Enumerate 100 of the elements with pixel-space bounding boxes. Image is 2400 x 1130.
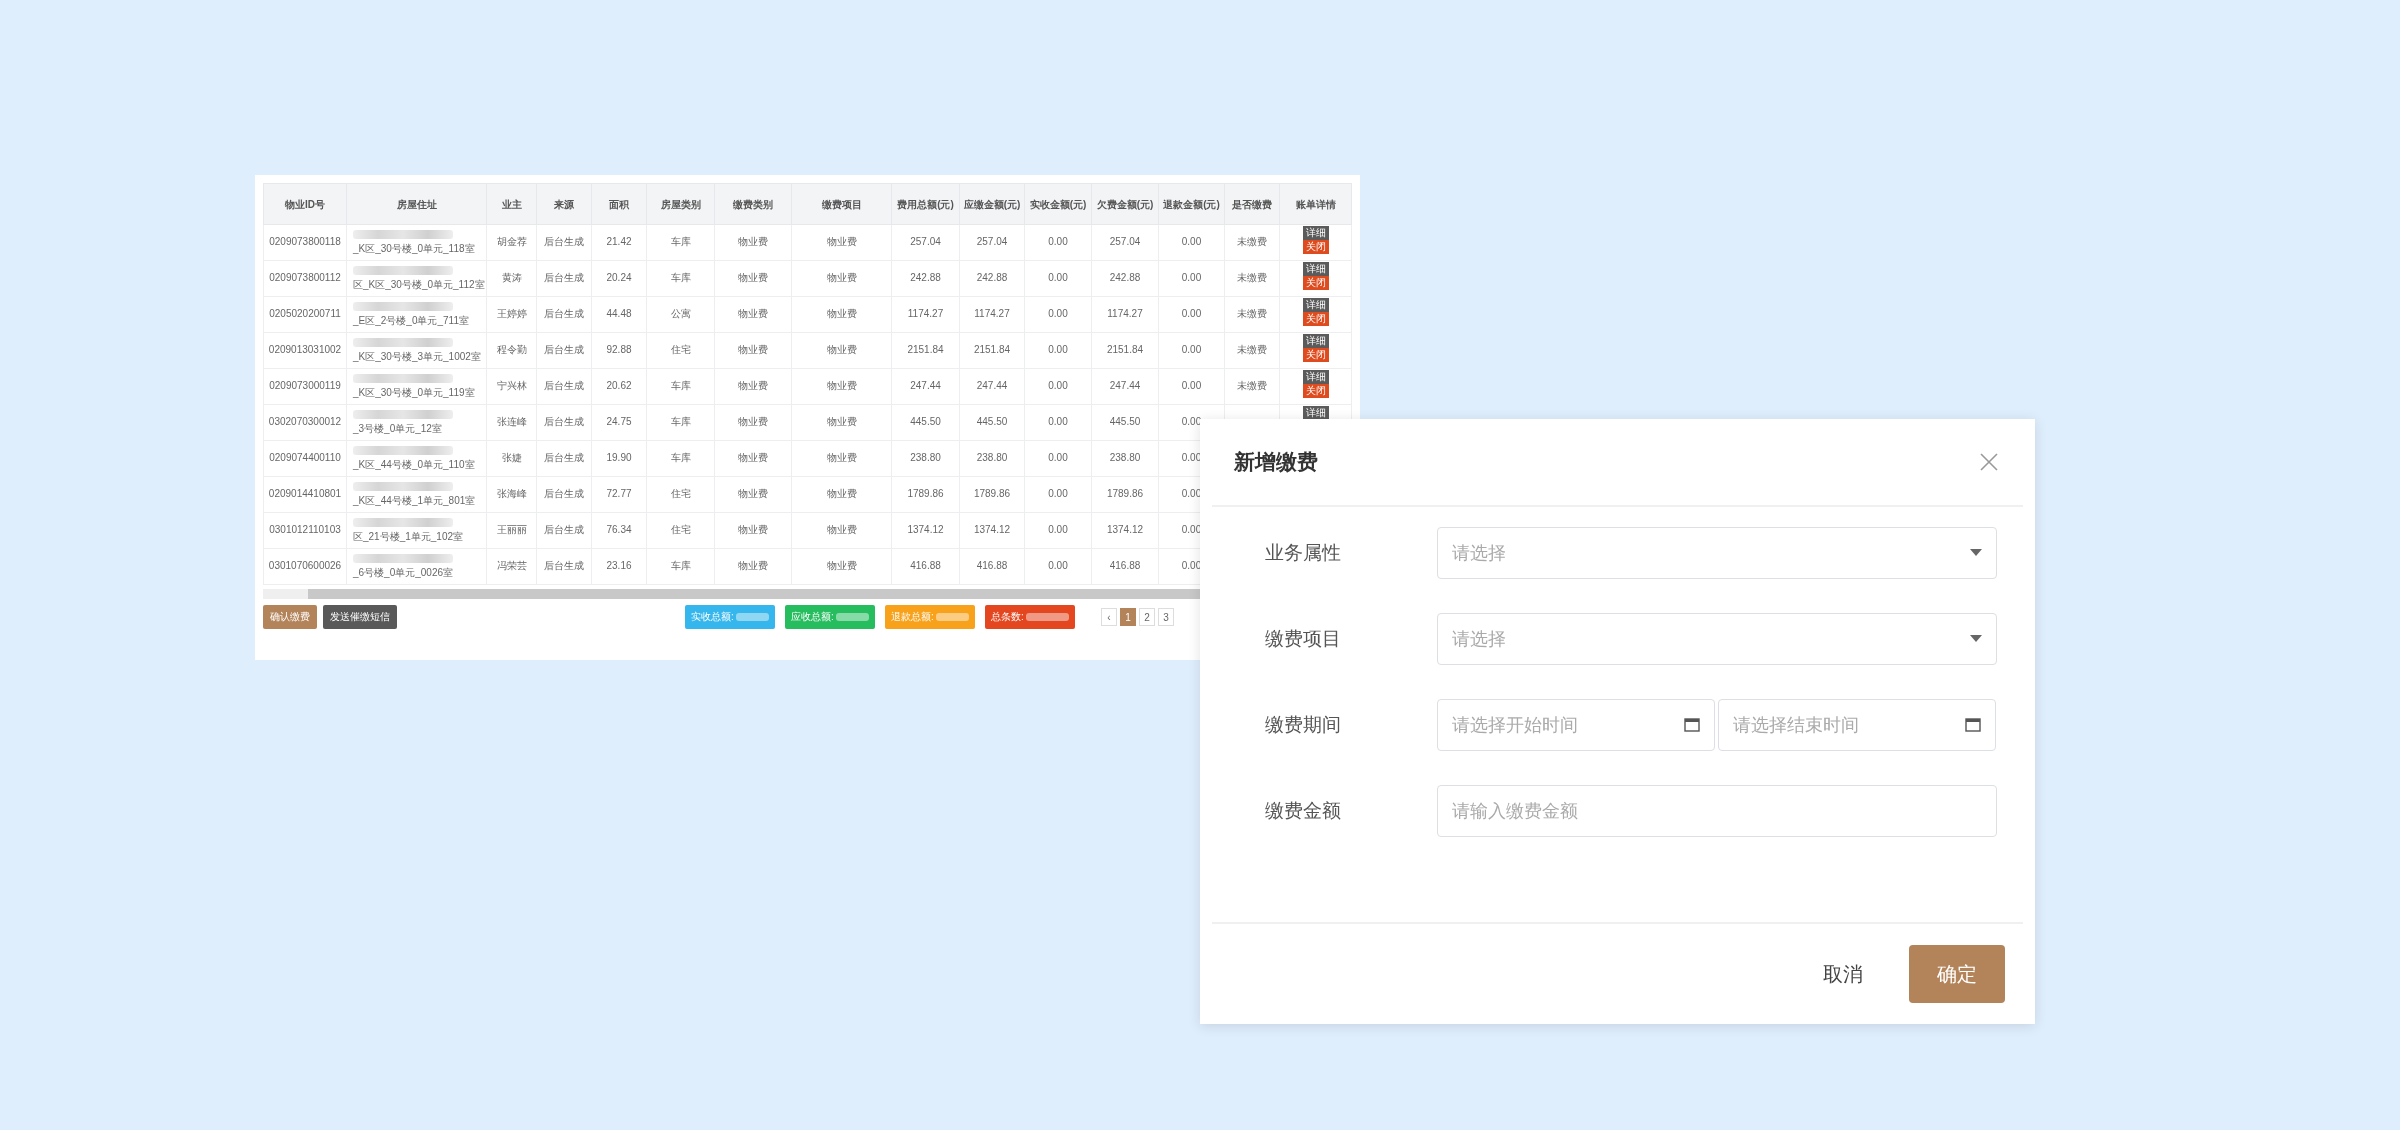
page-button[interactable]: 1 [1120, 608, 1136, 626]
select-field[interactable]: 请选择 [1437, 613, 1997, 665]
table-cell: 76.34 [591, 512, 647, 549]
date-field[interactable]: 请选择结束时间 [1718, 699, 1996, 751]
table-cell: 后台生成 [536, 260, 592, 297]
table-cell: 247.44 [1091, 368, 1159, 405]
table-cell: 物业费 [714, 332, 792, 369]
table-cell: 416.88 [959, 548, 1025, 585]
table-cell: 物业费 [714, 404, 792, 441]
table-cell: 0.00 [1158, 260, 1225, 297]
badge-label: 退款总额: [891, 610, 934, 624]
table-cell: 张海峰 [486, 476, 537, 513]
confirm-payment-button[interactable]: 确认缴费 [263, 605, 317, 629]
confirm-button[interactable]: 确定 [1909, 945, 2005, 1003]
table-cell: 24.75 [591, 404, 647, 441]
table-cell: 物业费 [714, 368, 792, 405]
table-cell: 242.88 [959, 260, 1025, 297]
address-text: _3号楼_0单元_12室 [353, 421, 442, 436]
detail-button[interactable]: 详细 [1302, 226, 1329, 240]
table-cell: 1174.27 [891, 296, 960, 333]
table-cell: 0209073000119 [263, 368, 347, 405]
calendar-icon [1684, 718, 1700, 732]
table-cell: 20.62 [591, 368, 647, 405]
table-cell: 0.00 [1024, 548, 1092, 585]
table-cell: 车库 [646, 368, 715, 405]
table-cell: 住宅 [646, 512, 715, 549]
table-cell: 416.88 [1091, 548, 1159, 585]
table-cell: 0302070300012 [263, 404, 347, 441]
calendar-icon [1965, 718, 1981, 732]
table-cell: 未缴费 [1224, 368, 1280, 405]
table-cell: 0.00 [1158, 224, 1225, 261]
table-cell: 公寓 [646, 296, 715, 333]
close-bill-button[interactable]: 关闭 [1302, 312, 1329, 326]
table-cell: 0.00 [1024, 260, 1092, 297]
column-header: 面积 [591, 183, 647, 225]
column-header: 是否缴费 [1224, 183, 1280, 225]
table-cell: 住宅 [646, 332, 715, 369]
table-cell: 物业费 [791, 332, 892, 369]
close-bill-button[interactable]: 关闭 [1302, 276, 1329, 290]
table-cell: 20.24 [591, 260, 647, 297]
table-cell: 物业费 [714, 440, 792, 477]
detail-button[interactable]: 详细 [1302, 298, 1329, 312]
detail-button[interactable]: 详细 [1302, 334, 1329, 348]
send-reminder-button[interactable]: 发送催缴短信 [323, 605, 397, 629]
detail-button[interactable]: 详细 [1302, 262, 1329, 276]
address-text: 区_21号楼_1单元_102室 [353, 529, 464, 544]
table-cell: 王婷婷 [486, 296, 537, 333]
column-header: 来源 [536, 183, 592, 225]
table-cell: 物业费 [791, 476, 892, 513]
date-field[interactable]: 请选择开始时间 [1437, 699, 1715, 751]
table-cell: 未缴费 [1224, 224, 1280, 261]
table-cell: 242.88 [891, 260, 960, 297]
column-header: 应缴金额(元) [959, 183, 1025, 225]
column-header: 缴费类别 [714, 183, 792, 225]
table-cell: 未缴费 [1224, 332, 1280, 369]
table-cell: 445.50 [891, 404, 960, 441]
page-button[interactable]: 2 [1139, 608, 1155, 626]
table-cell: 物业费 [714, 260, 792, 297]
table-cell: 0.00 [1158, 296, 1225, 333]
table-cell: 257.04 [959, 224, 1025, 261]
page-button[interactable]: 3 [1158, 608, 1174, 626]
table-cell: 物业费 [791, 260, 892, 297]
table-cell: 2151.84 [959, 332, 1025, 369]
badge-label: 应收总额: [791, 610, 834, 624]
close-icon[interactable] [1979, 452, 1999, 472]
table-cell: 1374.12 [891, 512, 960, 549]
table-cell: 92.88 [591, 332, 647, 369]
caret-icon [1970, 549, 1982, 557]
column-header: 物业ID号 [263, 183, 347, 225]
page-button[interactable]: ‹ [1101, 608, 1117, 626]
field-label: 业务属性 [1265, 541, 1342, 565]
table-cell: 物业费 [714, 512, 792, 549]
badge-label: 实收总额: [691, 610, 734, 624]
address-text: _K区_44号楼_1单元_801室 [353, 493, 476, 508]
badge-label: 总条数: [991, 610, 1024, 624]
close-bill-button[interactable]: 关闭 [1302, 348, 1329, 362]
table-cell: 物业费 [714, 548, 792, 585]
column-header: 欠费金额(元) [1091, 183, 1159, 225]
table-cell: 物业费 [791, 440, 892, 477]
table-cell: 物业费 [791, 548, 892, 585]
amount-input[interactable]: 请输入缴费金额 [1437, 785, 1997, 837]
table-cell: 物业费 [714, 296, 792, 333]
select-field[interactable]: 请选择 [1437, 527, 1997, 579]
table-cell: 物业费 [791, 296, 892, 333]
table-cell: 257.04 [891, 224, 960, 261]
cancel-button[interactable]: 取消 [1817, 959, 1869, 989]
table-cell: 程令勤 [486, 332, 537, 369]
close-bill-button[interactable]: 关闭 [1302, 384, 1329, 398]
table-cell: 0.00 [1024, 404, 1092, 441]
table-cell: 物业费 [791, 224, 892, 261]
table-cell: 0209013031002 [263, 332, 347, 369]
table-cell: 张连峰 [486, 404, 537, 441]
table-cell: 44.48 [591, 296, 647, 333]
table-cell: 住宅 [646, 476, 715, 513]
table-cell: 0.00 [1158, 368, 1225, 405]
close-bill-button[interactable]: 关闭 [1302, 240, 1329, 254]
column-header: 房屋住址 [346, 183, 487, 225]
detail-button[interactable]: 详细 [1302, 370, 1329, 384]
detail-button[interactable]: 详细 [1302, 406, 1329, 420]
table-cell: 1789.86 [959, 476, 1025, 513]
